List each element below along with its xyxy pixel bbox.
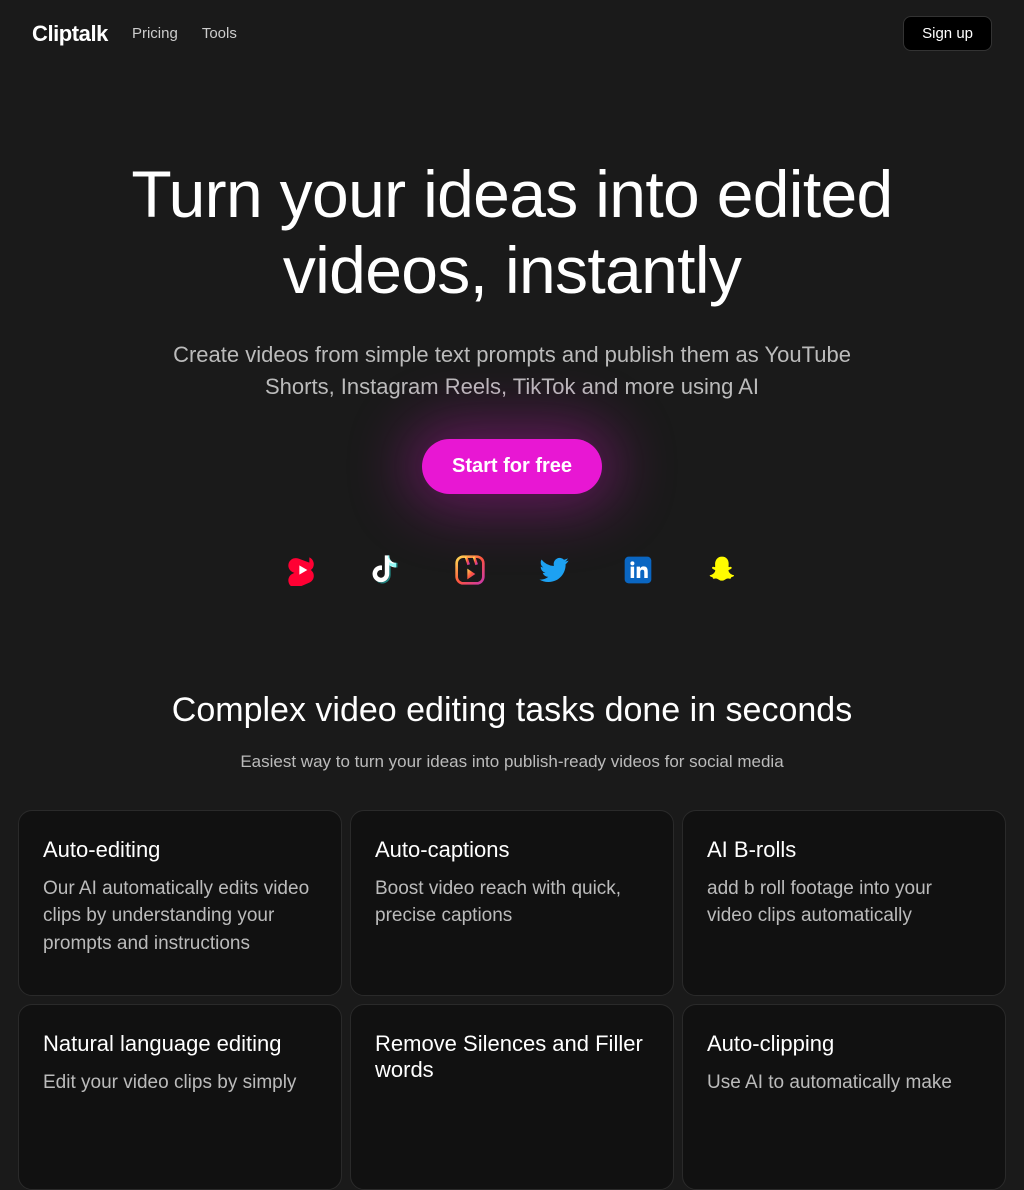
feature-card: Remove Silences and Filler words [350,1004,674,1190]
feature-title: Remove Silences and Filler words [375,1031,649,1083]
feature-title: Natural language editing [43,1031,317,1057]
feature-title: AI B-rolls [707,837,981,863]
feature-desc: Boost video reach with quick, precise ca… [375,875,649,930]
snapchat-icon [706,554,738,591]
tiktok-icon [370,554,402,591]
hero-subhead: Create videos from simple text prompts a… [152,339,872,403]
features-subhead: Easiest way to turn your ideas into publ… [18,752,1006,772]
feature-title: Auto-editing [43,837,317,863]
feature-desc: add b roll footage into your video clips… [707,875,981,930]
instagram-reels-icon [454,554,486,591]
twitter-icon [538,554,570,591]
youtube-shorts-icon [286,554,318,591]
nav-link-pricing[interactable]: Pricing [132,25,178,42]
feature-card: Natural language editing Edit your video… [18,1004,342,1190]
linkedin-icon [622,554,654,591]
features-grid: Auto-editing Our AI automatically edits … [18,810,1006,1190]
feature-card: Auto-captions Boost video reach with qui… [350,810,674,996]
logo[interactable]: Cliptalk [32,21,108,47]
nav-link-tools[interactable]: Tools [202,25,237,42]
feature-title: Auto-clipping [707,1031,981,1057]
header: Cliptalk Pricing Tools Sign up [0,0,1024,67]
signup-button[interactable]: Sign up [903,16,992,51]
feature-desc: Edit your video clips by simply [43,1069,317,1097]
feature-desc: Use AI to automatically make [707,1069,981,1097]
feature-card: Auto-clipping Use AI to automatically ma… [682,1004,1006,1190]
feature-title: Auto-captions [375,837,649,863]
hero-headline: Turn your ideas into edited videos, inst… [60,157,964,309]
hero: Turn your ideas into edited videos, inst… [0,67,1024,631]
feature-card: Auto-editing Our AI automatically edits … [18,810,342,996]
features-section: Complex video editing tasks done in seco… [0,631,1024,1190]
platform-icons [60,554,964,591]
features-headline: Complex video editing tasks done in seco… [18,691,1006,730]
feature-desc: Our AI automatically edits video clips b… [43,875,317,958]
feature-card: AI B-rolls add b roll footage into your … [682,810,1006,996]
cta-button[interactable]: Start for free [422,439,602,494]
